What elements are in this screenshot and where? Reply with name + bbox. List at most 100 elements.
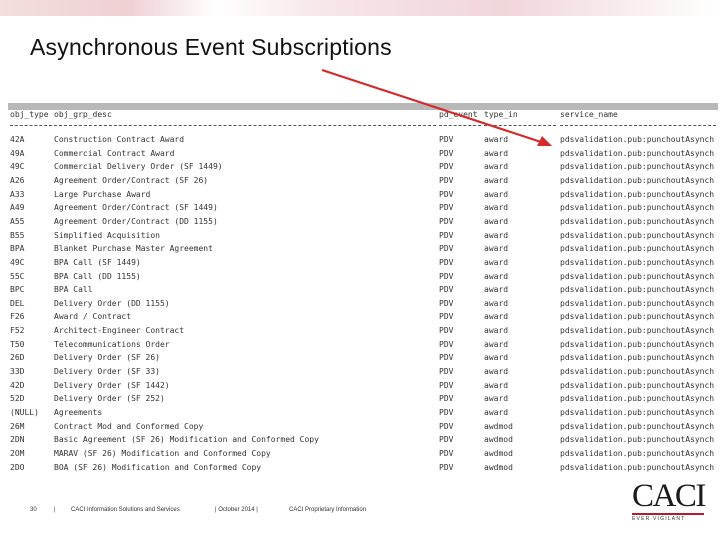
footer-separator: | — [54, 507, 56, 513]
table-row: 49C BPA Call (SF 1449) PDV award pdsvalidati… — [8, 256, 718, 269]
cell-service-name: pdsvalidation.pub:punchoutAsynch — [560, 326, 715, 336]
cell-type-in: award — [484, 380, 509, 390]
logo-wordmark: CACI — [632, 478, 706, 514]
cell-service-name: pdsvalidation.pub:punchoutAsynch — [560, 189, 715, 199]
cell-obj-grp-desc: Agreements — [54, 408, 103, 417]
table-row: F52 Architect-Engineer Contract PDV award pd… — [8, 324, 718, 337]
cell-obj-grp-desc: BPA Call (SF 1449) — [54, 257, 141, 267]
cell-pd-event: PDV — [439, 271, 454, 281]
table-row: 49A Commercial Contract Award PDV award pdsv… — [8, 147, 718, 160]
cell-service-name: pdsvalidation.pub:punchoutAsynch — [560, 367, 715, 377]
cell-type-in: award — [484, 244, 509, 254]
cell-service-name: pdsvalidation.pub:punchoutAsynch — [560, 462, 715, 472]
cell-pd-event: PDV — [439, 448, 454, 458]
cell-obj-grp-desc: Telecommunications Order — [54, 339, 170, 349]
table-row: 26D Delivery Order (SF 26) PDV award pdsvali… — [8, 351, 718, 364]
table-row: A26 Agreement Order/Contract (SF 26) PDV aw… — [8, 174, 718, 187]
cell-type-in: awdmod — [484, 462, 513, 472]
header-underline — [560, 125, 716, 126]
cell-obj-grp-desc: Delivery Order (DD 1155) — [54, 298, 170, 308]
footer-page-number: 30 — [30, 507, 37, 513]
cell-obj-type: A33 — [10, 189, 25, 199]
cell-service-name: pdsvalidation.pub:punchoutAsynch — [560, 230, 715, 240]
cell-service-name: pdsvalidation.pub:punchoutAsynch — [560, 353, 715, 363]
table-row: 2OM MARAV (SF 26) Modification and Confor… — [8, 447, 718, 460]
cell-type-in: award — [484, 230, 509, 240]
cell-pd-event: PDV — [439, 244, 454, 254]
cell-obj-type: 42A — [10, 135, 25, 144]
cell-pd-event: PDV — [439, 326, 454, 336]
cell-type-in: award — [484, 367, 509, 377]
cell-pd-event: PDV — [439, 435, 454, 445]
cell-type-in: award — [484, 162, 509, 172]
table-row: A55 Agreement Order/Contract (DD 1155) PDV… — [8, 215, 718, 228]
cell-pd-event: PDV — [439, 339, 454, 349]
cell-service-name: pdsvalidation.pub:punchoutAsynch — [560, 162, 715, 172]
cell-pd-event: PDV — [439, 230, 454, 240]
cell-obj-type: BPC — [10, 285, 25, 295]
cell-obj-type: A26 — [10, 175, 25, 185]
cell-obj-grp-desc: Blanket Purchase Master Agreement — [54, 244, 213, 254]
header-underline — [439, 125, 481, 126]
cell-type-in: award — [484, 271, 509, 281]
footer-date: | October 2014 | — [215, 507, 258, 513]
cell-obj-type: F52 — [10, 326, 25, 336]
column-header-service-name: service_name — [560, 110, 618, 119]
cell-pd-event: PDV — [439, 298, 454, 308]
cell-obj-grp-desc: Construction Contract Award — [54, 135, 185, 144]
cell-type-in: award — [484, 408, 509, 417]
cell-service-name: pdsvalidation.pub:punchoutAsynch — [560, 175, 715, 185]
cell-obj-grp-desc: Simplified Acquisition — [54, 230, 160, 240]
header-underline — [10, 125, 52, 126]
column-header-type-in: type_in — [484, 110, 518, 119]
cell-service-name: pdsvalidation.pub:punchoutAsynch — [560, 298, 715, 308]
cell-type-in: award — [484, 312, 509, 322]
cell-service-name: pdsvalidation.pub:punchoutAsynch — [560, 394, 715, 404]
cell-type-in: award — [484, 326, 509, 336]
footer-classification: CACI Proprietary Information — [289, 507, 367, 513]
cell-type-in: awdmod — [484, 421, 513, 431]
cell-obj-type: 49C — [10, 162, 25, 172]
cell-service-name: pdsvalidation.pub:punchoutAsynch — [560, 244, 715, 254]
table-row: 26M Contract Mod and Conformed Copy PDV awd… — [8, 420, 718, 433]
query-results-table: obj_type obj_grp_desc pd_event type_in s… — [8, 103, 718, 478]
cell-service-name: pdsvalidation.pub:punchoutAsynch — [560, 285, 715, 295]
cell-pd-event: PDV — [439, 148, 454, 158]
cell-service-name: pdsvalidation.pub:punchoutAsynch — [560, 216, 715, 226]
cell-obj-type: A49 — [10, 203, 25, 213]
cell-obj-grp-desc: Delivery Order (SF 33) — [54, 367, 160, 377]
cell-obj-type: 49C — [10, 257, 25, 267]
cell-obj-grp-desc: BPA Call (DD 1155) — [54, 271, 141, 281]
cell-obj-grp-desc: BOA (SF 26) Modification and Conformed C… — [54, 462, 262, 472]
header-underline — [484, 125, 556, 126]
cell-obj-type: 2DN — [10, 435, 25, 445]
logo-tagline: EVER VIGILANT — [632, 516, 686, 522]
cell-pd-event: PDV — [439, 394, 454, 404]
cell-pd-event: PDV — [439, 189, 454, 199]
cell-obj-type: 49A — [10, 148, 25, 158]
table-row: T50 Telecommunications Order PDV award pdsva… — [8, 338, 718, 351]
table-row: BPA Blanket Purchase Master Agreement PDV a… — [8, 242, 718, 255]
cell-pd-event: PDV — [439, 175, 454, 185]
cell-pd-event: PDV — [439, 203, 454, 213]
cell-type-in: award — [484, 189, 509, 199]
cell-obj-grp-desc: Delivery Order (SF 1442) — [54, 380, 170, 390]
cell-type-in: award — [484, 148, 509, 158]
cell-pd-event: PDV — [439, 257, 454, 267]
cell-pd-event: PDV — [439, 135, 454, 144]
cell-pd-event: PDV — [439, 162, 454, 172]
cell-obj-type: 52D — [10, 394, 25, 404]
caci-logo: CACI EVER VIGILANT — [628, 478, 708, 524]
cell-pd-event: PDV — [439, 408, 454, 417]
cell-obj-grp-desc: Agreement Order/Contract (SF 26) — [54, 175, 209, 185]
cell-type-in: award — [484, 285, 509, 295]
cell-obj-type: B55 — [10, 230, 25, 240]
cell-type-in: awdmod — [484, 448, 513, 458]
cell-obj-type: BPA — [10, 244, 25, 254]
cell-obj-grp-desc: Agreement Order/Contract (DD 1155) — [54, 216, 218, 226]
cell-service-name: pdsvalidation.pub:punchoutAsynch — [560, 257, 715, 267]
cell-type-in: award — [484, 353, 509, 363]
cell-service-name: pdsvalidation.pub:punchoutAsynch — [560, 312, 715, 322]
cell-type-in: award — [484, 216, 509, 226]
table-row: 33D Delivery Order (SF 33) PDV award pdsvali… — [8, 365, 718, 378]
